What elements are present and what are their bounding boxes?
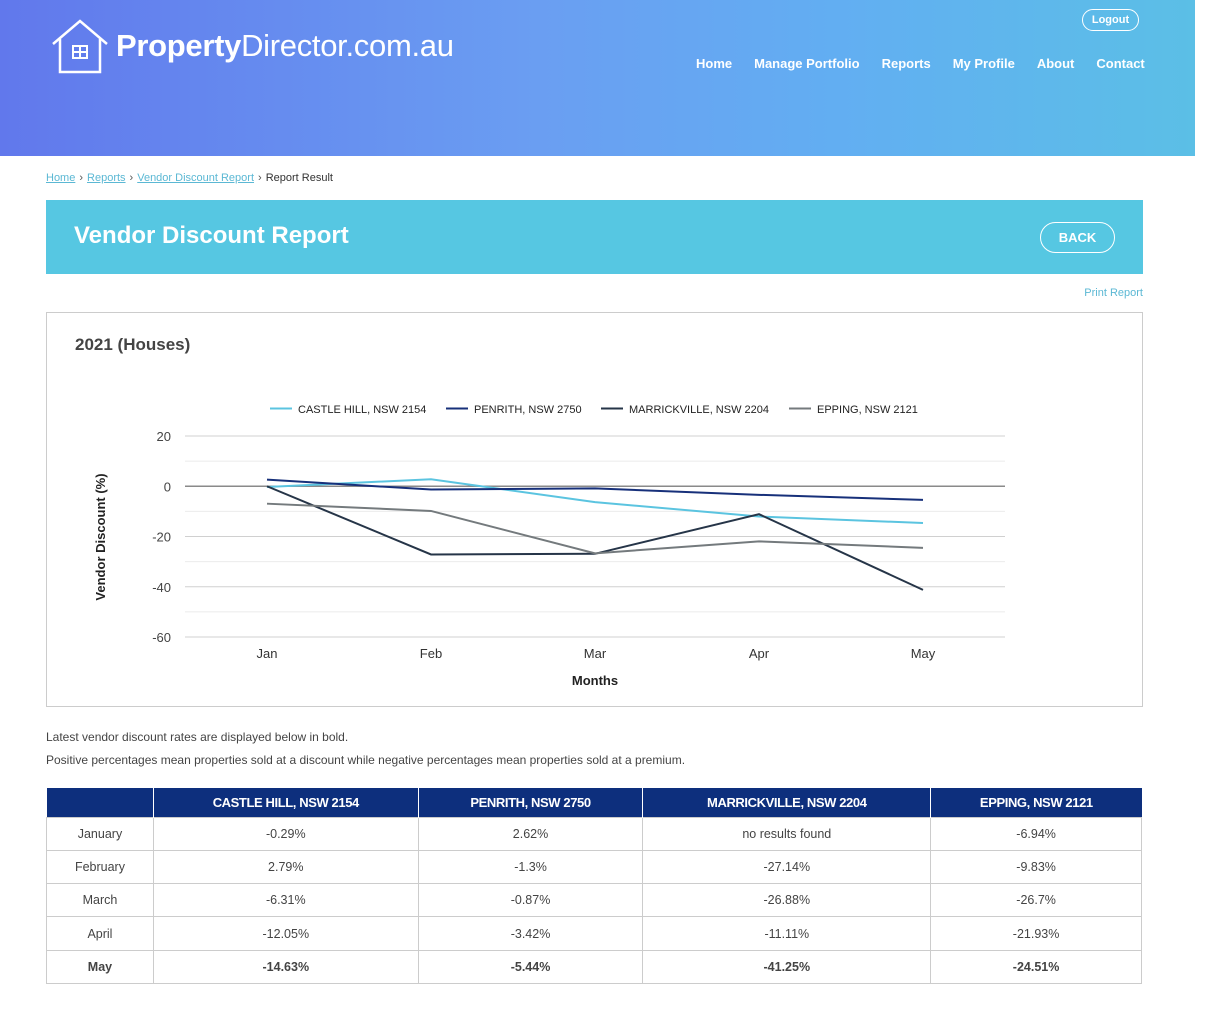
page-title: Vendor Discount Report xyxy=(74,222,349,249)
breadcrumb-current: Report Result xyxy=(265,172,333,184)
table-header-penrith: PENRITH, NSW 2750 xyxy=(417,788,643,817)
month-cell: April xyxy=(46,916,154,951)
value-cell: -1.3% xyxy=(417,849,644,885)
breadcrumb: Home › Reports › Vendor Discount Report … xyxy=(46,172,333,184)
chevron-right-icon: › xyxy=(258,172,262,184)
logo-regular: Director.com.au xyxy=(241,28,454,63)
value-cell: -21.93% xyxy=(930,916,1142,951)
site-header: PropertyDirector.com.au Logout Home Mana… xyxy=(0,0,1195,156)
vendor-discount-table: CASTLE HILL, NSW 2154 PENRITH, NSW 2750 … xyxy=(46,788,1142,984)
value-cell: -11.11% xyxy=(642,916,932,951)
value-cell: -0.87% xyxy=(417,883,644,918)
value-cell: -6.94% xyxy=(930,816,1142,851)
breadcrumb-home[interactable]: Home xyxy=(46,172,75,184)
main-nav: Home Manage Portfolio Reports My Profile… xyxy=(696,56,1167,71)
value-cell: -26.88% xyxy=(642,883,932,918)
logo-bold: Property xyxy=(116,28,242,63)
nav-contact[interactable]: Contact xyxy=(1096,56,1144,71)
report-notes: Latest vendor discount rates are display… xyxy=(46,726,685,772)
table-row: March -6.31% -0.87% -26.88% -26.7% xyxy=(46,883,1142,918)
logo-text: PropertyDirector.com.au xyxy=(116,28,454,64)
table-header-epping: EPPING, NSW 2121 xyxy=(930,788,1142,817)
nav-about[interactable]: About xyxy=(1037,56,1075,71)
value-cell: -12.05% xyxy=(152,916,419,951)
note-latest-bold: Latest vendor discount rates are display… xyxy=(46,730,349,744)
table-header-castle-hill: CASTLE HILL, NSW 2154 xyxy=(152,788,419,817)
breadcrumb-reports[interactable]: Reports xyxy=(87,172,126,184)
chevron-right-icon: › xyxy=(79,172,84,184)
value-cell: -24.51% xyxy=(930,949,1142,984)
month-cell: May xyxy=(46,949,154,984)
note-positive-negative: Positive percentages mean properties sol… xyxy=(46,753,686,767)
chevron-right-icon: › xyxy=(129,172,134,184)
back-button[interactable]: BACK xyxy=(1040,222,1115,253)
table-header-marrickville: MARRICKVILLE, NSW 2204 xyxy=(642,788,931,817)
value-cell: -3.42% xyxy=(417,916,644,951)
nav-reports[interactable]: Reports xyxy=(882,56,931,71)
value-cell: -41.25% xyxy=(642,949,932,984)
table-row: January -0.29% 2.62% no results found -6.94% xyxy=(46,816,1142,851)
value-cell: -27.14% xyxy=(642,849,932,885)
table-header-row: CASTLE HILL, NSW 2154 PENRITH, NSW 2750 … xyxy=(46,788,1142,817)
chart-title: 2021 (Houses) xyxy=(75,335,191,354)
nav-manage-portfolio[interactable]: Manage Portfolio xyxy=(754,56,859,71)
table-row: February 2.79% -1.3% -27.14% -9.83% xyxy=(46,849,1142,885)
value-cell: no results found xyxy=(642,816,932,851)
breadcrumb-vendor-discount-report[interactable]: Vendor Discount Report xyxy=(137,172,254,184)
value-cell: 2.79% xyxy=(152,849,419,885)
site-logo[interactable]: PropertyDirector.com.au xyxy=(50,18,454,74)
month-cell: March xyxy=(46,883,154,918)
month-cell: February xyxy=(46,849,154,885)
table-row: May -14.63% -5.44% -41.25% -24.51% xyxy=(46,949,1142,984)
value-cell: -9.83% xyxy=(930,849,1142,885)
nav-home[interactable]: Home xyxy=(696,56,732,71)
value-cell: -5.44% xyxy=(417,949,644,984)
value-cell: -14.63% xyxy=(152,949,419,984)
table-row: April -12.05% -3.42% -11.11% -21.93% xyxy=(46,916,1142,951)
value-cell: -26.7% xyxy=(930,883,1142,918)
value-cell: -6.31% xyxy=(152,883,419,918)
nav-my-profile[interactable]: My Profile xyxy=(953,56,1015,71)
value-cell: -0.29% xyxy=(152,816,419,851)
chart-panel: 2021 (Houses) xyxy=(46,312,1143,707)
value-cell: 2.62% xyxy=(417,816,644,851)
logout-button[interactable]: Logout xyxy=(1082,9,1139,31)
page-title-bar: Vendor Discount Report BACK xyxy=(46,200,1143,274)
month-cell: January xyxy=(46,816,154,851)
house-icon xyxy=(52,19,108,74)
print-report-link[interactable]: Print Report xyxy=(1084,287,1143,299)
table-header-month xyxy=(46,788,154,817)
